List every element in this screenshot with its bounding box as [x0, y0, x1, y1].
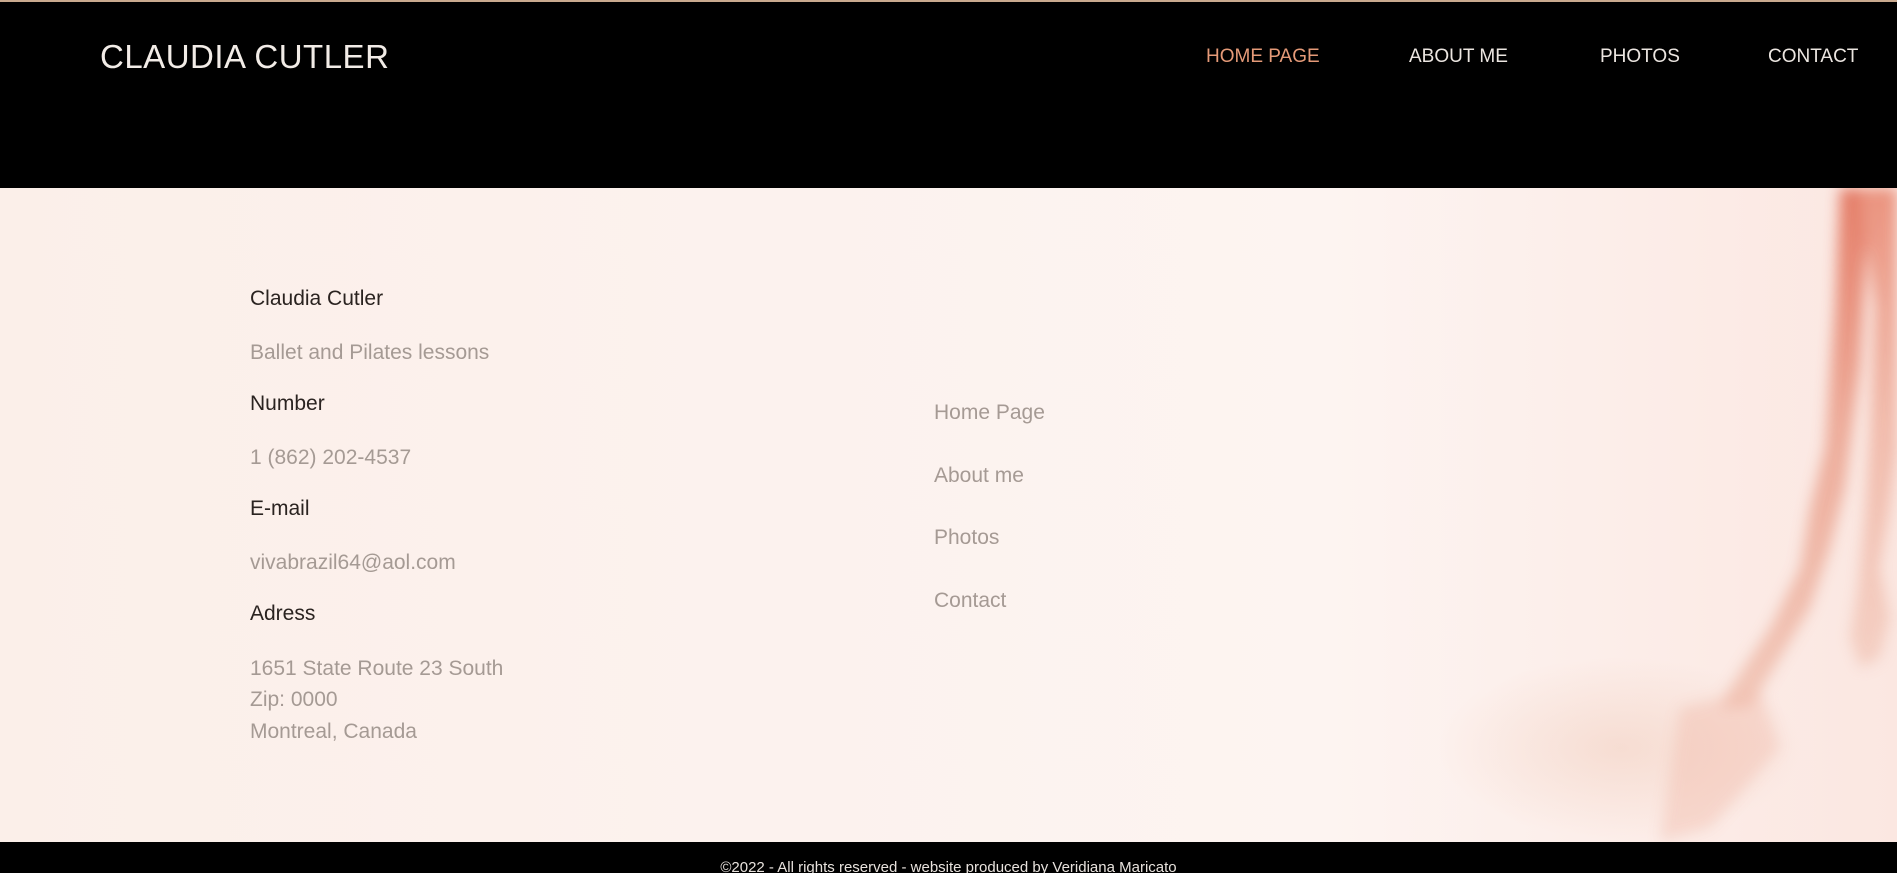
footer-link-about-me[interactable]: About me — [934, 464, 1024, 488]
email-address[interactable]: vivabrazil64@aol.com — [250, 547, 456, 578]
address-line-2: Zip: 0000 — [250, 688, 338, 711]
email-label: E-mail — [250, 497, 310, 520]
copyright-text: ©2022 - All rights reserved - website pr… — [720, 859, 1177, 873]
contact-name: Claudia Cutler — [250, 287, 384, 310]
ballet-dancer-background-image — [1660, 188, 1897, 842]
nav-contact[interactable]: CONTACT — [1768, 46, 1858, 68]
nav-home-page[interactable]: HOME PAGE — [1206, 46, 1320, 68]
address-label: Adress — [250, 602, 316, 625]
contact-tagline: Ballet and Pilates lessons — [250, 341, 490, 364]
address-line-3: Montreal, Canada — [250, 720, 417, 743]
contact-section: Claudia Cutler Ballet and Pilates lesson… — [0, 188, 1897, 842]
site-title[interactable]: CLAUDIA CUTLER — [100, 38, 389, 76]
footer-link-photos[interactable]: Photos — [934, 526, 999, 550]
phone-number[interactable]: 1 (862) 202-4537 — [250, 442, 411, 473]
nav-about-me[interactable]: ABOUT ME — [1409, 46, 1508, 68]
number-label: Number — [250, 392, 325, 415]
site-footer: ©2022 - All rights reserved - website pr… — [0, 842, 1897, 873]
site-header: CLAUDIA CUTLER HOME PAGE ABOUT ME PHOTOS… — [0, 2, 1897, 188]
nav-photos[interactable]: PHOTOS — [1600, 46, 1680, 68]
footer-link-contact[interactable]: Contact — [934, 589, 1006, 613]
address-line-1: 1651 State Route 23 South — [250, 657, 504, 680]
footer-link-home-page[interactable]: Home Page — [934, 401, 1045, 425]
page: CLAUDIA CUTLER HOME PAGE ABOUT ME PHOTOS… — [0, 0, 1897, 873]
